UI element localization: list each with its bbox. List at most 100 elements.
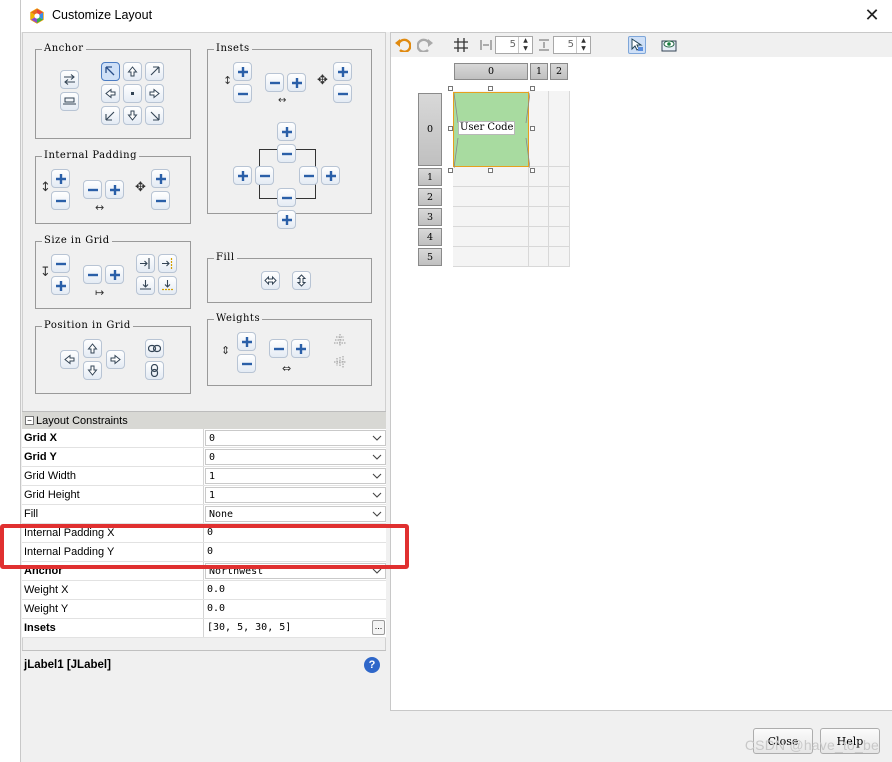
- insets-top-outer-increase-button[interactable]: [277, 122, 296, 141]
- internal-padding-x-increase-button[interactable]: [105, 180, 124, 199]
- insets-top-increase-button[interactable]: [233, 62, 252, 81]
- insets-right-inner-decrease-button[interactable]: [299, 166, 318, 185]
- spinner-arrows-icon[interactable]: ▲ ▼: [518, 37, 532, 53]
- row-header-5[interactable]: 5: [418, 248, 442, 266]
- anchor-northwest-button[interactable]: [101, 62, 120, 81]
- vertical-gap-spinner[interactable]: 5 ▲ ▼: [553, 36, 591, 54]
- insets-horizontal-increase-button[interactable]: [287, 73, 306, 92]
- redo-icon[interactable]: [416, 36, 434, 54]
- insets-left-outer-increase-button[interactable]: [233, 166, 252, 185]
- chevron-down-icon[interactable]: [372, 432, 382, 444]
- row-header-4[interactable]: 4: [418, 228, 442, 246]
- ellipsis-button[interactable]: ...: [372, 620, 385, 635]
- row-header-1[interactable]: 1: [418, 168, 442, 186]
- internal-padding-y-increase-button[interactable]: [51, 169, 70, 188]
- insets-bottom-inner-decrease-button[interactable]: [277, 188, 296, 207]
- fill-horizontal-button[interactable]: [261, 271, 280, 290]
- column-header-2[interactable]: 2: [550, 63, 568, 80]
- weight-x-decrease-button[interactable]: [269, 339, 288, 358]
- jlabel-component[interactable]: User Code: [453, 92, 530, 168]
- grid-height-relative-button[interactable]: [136, 276, 155, 295]
- anchor-south-button[interactable]: [123, 106, 142, 125]
- resize-handle-e[interactable]: [530, 126, 535, 131]
- insets-top-inner-decrease-button[interactable]: [277, 144, 296, 163]
- weight-y-distribute-icon[interactable]: [332, 354, 348, 370]
- property-value-field[interactable]: [30, 5, 30, 5]...: [204, 619, 386, 637]
- close-window-icon[interactable]: ✕: [861, 4, 883, 26]
- move-left-button[interactable]: [60, 350, 79, 369]
- anchor-baseline-button[interactable]: [60, 92, 79, 111]
- property-name: Grid Y: [22, 448, 204, 466]
- resize-handle-n[interactable]: [488, 86, 493, 91]
- grid-height-increase-button[interactable]: [51, 276, 70, 295]
- selection-mode-icon[interactable]: [628, 36, 646, 54]
- row-header-2[interactable]: 2: [418, 188, 442, 206]
- row-header-3[interactable]: 3: [418, 208, 442, 226]
- move-down-button[interactable]: [83, 361, 102, 380]
- help-icon[interactable]: ?: [364, 657, 380, 673]
- property-value-dropdown[interactable]: None: [205, 506, 386, 522]
- resize-handle-ne[interactable]: [530, 86, 535, 91]
- grid-height-decrease-button[interactable]: [51, 254, 70, 273]
- insets-all-increase-button[interactable]: [333, 62, 352, 81]
- grid-width-relative-button[interactable]: [136, 254, 155, 273]
- column-header-1[interactable]: 1: [530, 63, 548, 80]
- property-value-dropdown[interactable]: 0: [205, 449, 386, 465]
- grid-width-decrease-button[interactable]: [83, 265, 102, 284]
- anchor-east-button[interactable]: [145, 84, 164, 103]
- property-value-dropdown[interactable]: 0: [205, 430, 386, 446]
- weight-x-increase-button[interactable]: [291, 339, 310, 358]
- internal-padding-y-decrease-button[interactable]: [51, 191, 70, 210]
- column-header-0[interactable]: 0: [454, 63, 528, 80]
- anchor-center-button[interactable]: [123, 84, 142, 103]
- property-value-field[interactable]: 0.0: [204, 600, 386, 618]
- property-name: Weight X: [22, 581, 204, 599]
- move-right-button[interactable]: [106, 350, 125, 369]
- collapse-icon[interactable]: −: [25, 416, 34, 425]
- anchor-southwest-button[interactable]: [101, 106, 120, 125]
- chevron-down-icon[interactable]: [372, 508, 382, 520]
- fill-vertical-button[interactable]: [292, 271, 311, 290]
- internal-padding-both-increase-button[interactable]: [151, 169, 170, 188]
- insets-right-outer-increase-button[interactable]: [321, 166, 340, 185]
- undo-icon[interactable]: [394, 36, 412, 54]
- anchor-north-button[interactable]: [123, 62, 142, 81]
- internal-padding-both-decrease-button[interactable]: [151, 191, 170, 210]
- preview-icon[interactable]: [660, 36, 678, 54]
- chevron-down-icon[interactable]: [372, 451, 382, 463]
- link-vertical-button[interactable]: [145, 361, 164, 380]
- anchor-northeast-button[interactable]: [145, 62, 164, 81]
- chevron-down-icon[interactable]: [372, 470, 382, 482]
- row-header-0[interactable]: 0: [418, 93, 442, 166]
- anchor-swap-horizontal-button[interactable]: [60, 70, 79, 89]
- horizontal-gap-spinner[interactable]: 5 ▲ ▼: [495, 36, 533, 54]
- grid-width-increase-button[interactable]: [105, 265, 124, 284]
- spinner-arrows-icon[interactable]: ▲ ▼: [576, 37, 590, 53]
- resize-handle-sw[interactable]: [448, 168, 453, 173]
- move-up-button[interactable]: [83, 339, 102, 358]
- insets-left-inner-decrease-button[interactable]: [255, 166, 274, 185]
- anchor-southeast-button[interactable]: [145, 106, 164, 125]
- internal-padding-x-decrease-button[interactable]: [83, 180, 102, 199]
- resize-handle-w[interactable]: [448, 126, 453, 131]
- resize-handle-s[interactable]: [488, 168, 493, 173]
- property-value-dropdown[interactable]: 1: [205, 468, 386, 484]
- insets-horizontal-decrease-button[interactable]: [265, 73, 284, 92]
- insets-all-decrease-button[interactable]: [333, 84, 352, 103]
- weight-x-distribute-icon[interactable]: [332, 332, 348, 348]
- grid-lines-icon[interactable]: [452, 36, 470, 54]
- insets-top-decrease-button[interactable]: [233, 84, 252, 103]
- resize-handle-se[interactable]: [530, 168, 535, 173]
- insets-bottom-outer-increase-button[interactable]: [277, 210, 296, 229]
- property-value-field[interactable]: 0.0: [204, 581, 386, 599]
- grid-height-remainder-button[interactable]: [158, 276, 177, 295]
- layout-constraints-header[interactable]: − Layout Constraints: [22, 411, 386, 429]
- weight-y-increase-button[interactable]: [237, 332, 256, 351]
- chevron-down-icon[interactable]: [372, 489, 382, 501]
- grid-width-remainder-button[interactable]: [158, 254, 177, 273]
- resize-handle-nw[interactable]: [448, 86, 453, 91]
- property-value-dropdown[interactable]: 1: [205, 487, 386, 503]
- anchor-west-button[interactable]: [101, 84, 120, 103]
- link-horizontal-button[interactable]: [145, 339, 164, 358]
- weight-y-decrease-button[interactable]: [237, 354, 256, 373]
